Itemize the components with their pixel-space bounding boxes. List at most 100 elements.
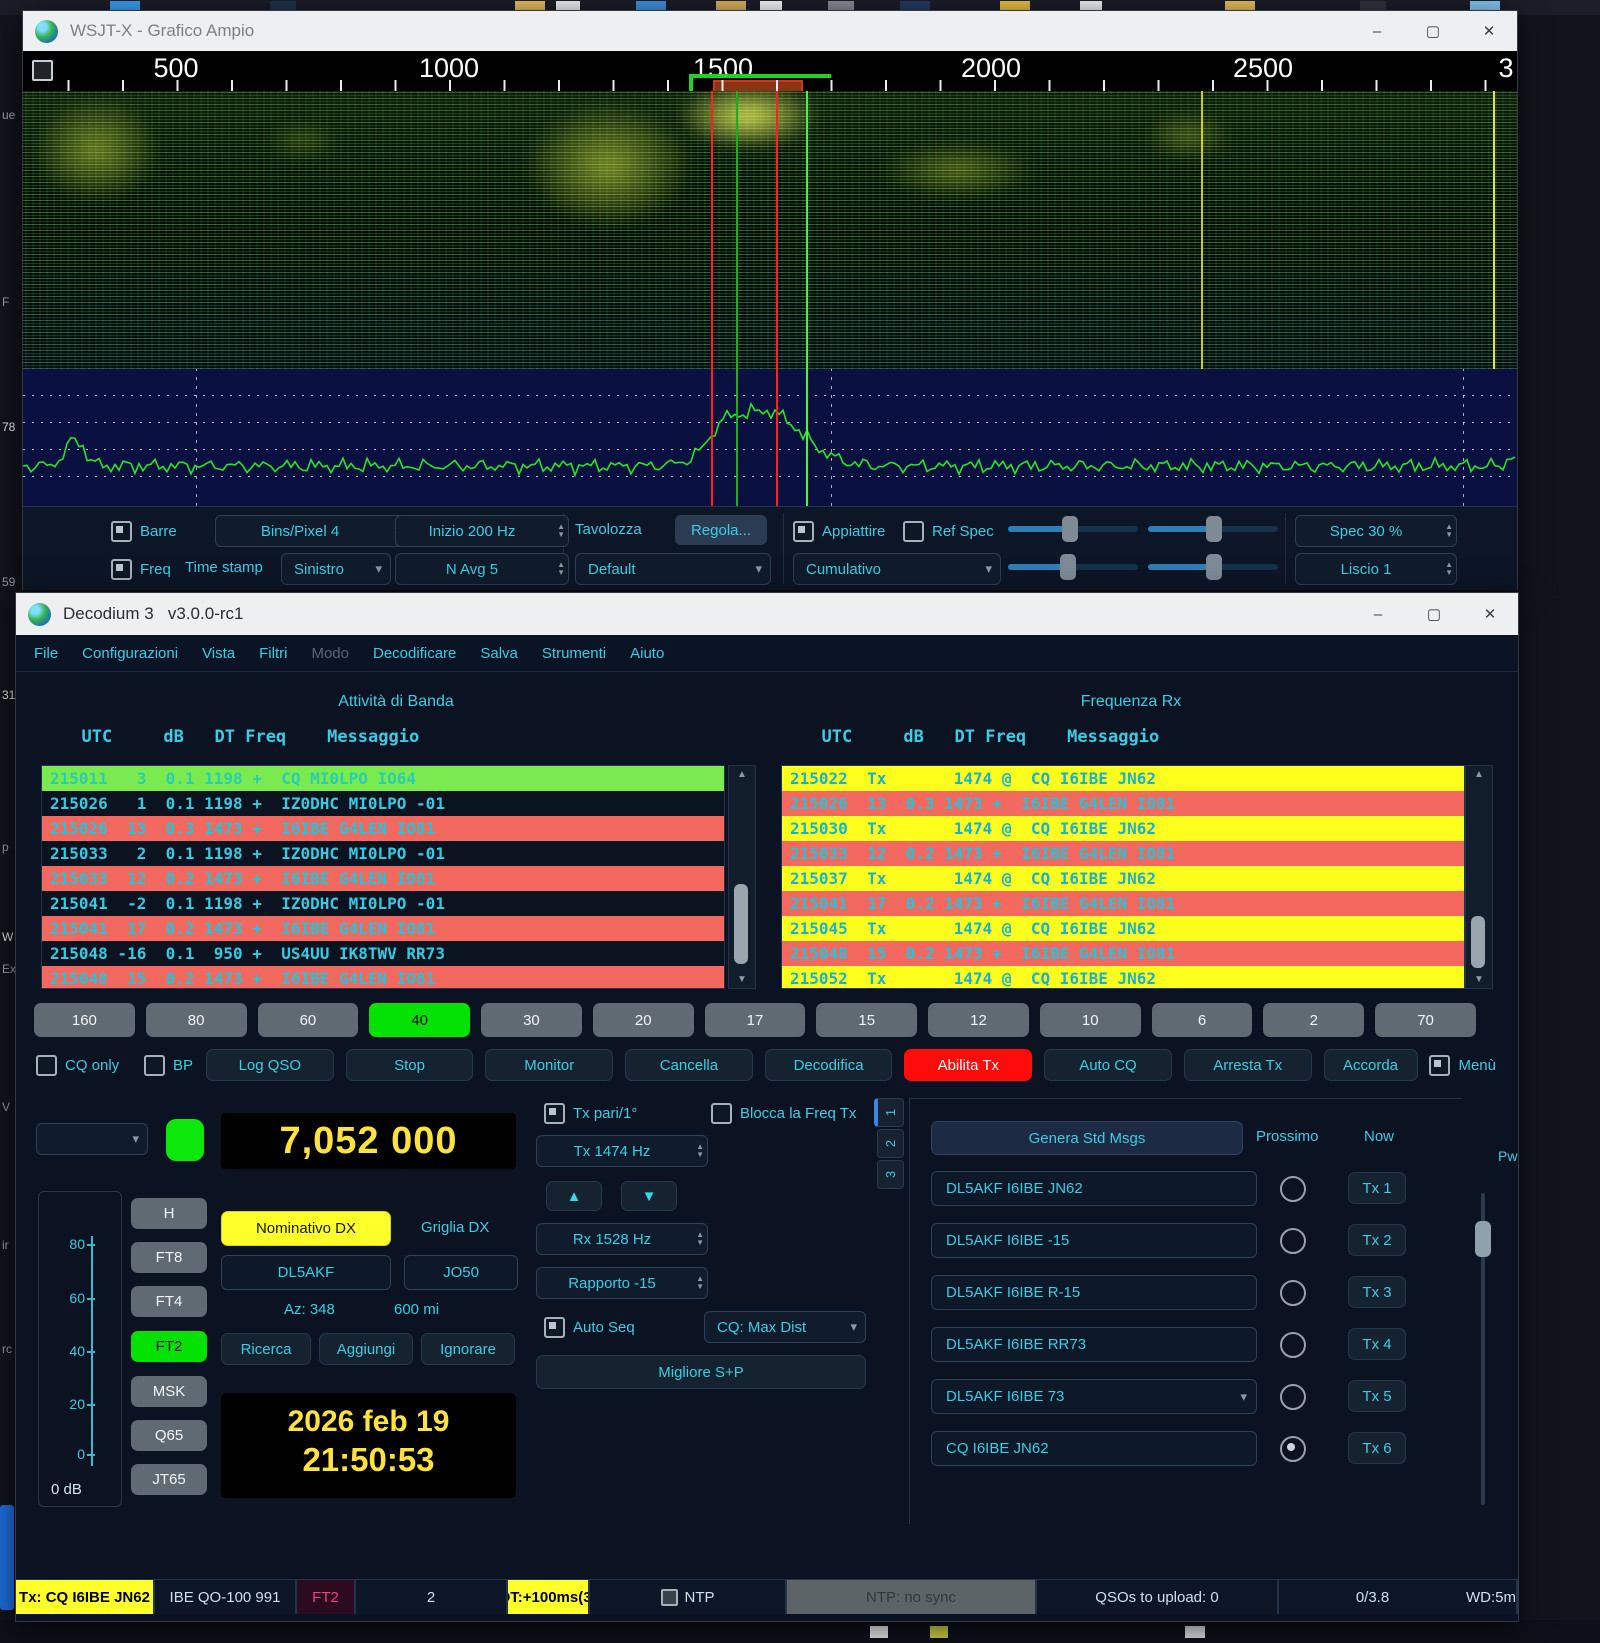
menu-item[interactable]: File: [34, 645, 58, 662]
dial-frequency-display[interactable]: 7,052 000: [221, 1113, 516, 1169]
lookup-button[interactable]: Ricerca: [221, 1333, 311, 1365]
hold-tx-freq-checkbox[interactable]: Blocca la Freq Tx: [711, 1103, 856, 1124]
tx-message-field[interactable]: CQ I6IBE JN62: [931, 1431, 1257, 1466]
zero-slider[interactable]: [1148, 515, 1278, 543]
start-freq-spinner[interactable]: Inizio 200 Hz ▲▼: [395, 515, 569, 547]
freq-tab-2[interactable]: 2: [877, 1129, 904, 1158]
tx-slot-button[interactable]: Tx 2: [1348, 1224, 1406, 1256]
checkbox-icon[interactable]: [793, 521, 814, 542]
band-button[interactable]: 20: [593, 1003, 694, 1037]
mode-button[interactable]: FT8: [131, 1242, 207, 1273]
bp-checkbox[interactable]: BP: [144, 1055, 206, 1076]
auto-cq-button[interactable]: Auto CQ: [1044, 1049, 1172, 1081]
menu-item[interactable]: Configurazioni: [82, 645, 178, 662]
menu-item[interactable]: Vista: [202, 645, 235, 662]
gain2-slider[interactable]: [1008, 553, 1138, 581]
freq-tab-3[interactable]: 3: [877, 1160, 904, 1189]
maximize-icon[interactable]: ▢: [1406, 593, 1462, 635]
adjust-palette-button[interactable]: Regola...: [675, 515, 767, 545]
band-activity-scrollbar[interactable]: ▲▼: [728, 765, 756, 989]
band-button[interactable]: 6: [1152, 1003, 1253, 1037]
decode-row[interactable]: 215011 3 0.1 1198 + CQ MI0LPO IO64: [42, 766, 724, 791]
barre-checkbox[interactable]: Barre: [111, 521, 177, 542]
decode-row[interactable]: 215033 2 0.1 1198 + IZ0DHC MI0LPO -01: [42, 841, 724, 866]
decode-row[interactable]: 215041 -2 0.1 1198 + IZ0DHC MI0LPO -01: [42, 891, 724, 916]
frequency-scale[interactable]: 500 1000 1500 2000 2500 3: [23, 51, 1517, 91]
spinner-arrows[interactable]: ▲▼: [557, 516, 565, 546]
decode-row[interactable]: 215041 17 0.2 1473 + I6IBE G4LEN IO81: [42, 916, 724, 941]
decode-row[interactable]: 215033 12 0.2 1473 + I6IBE G4LEN IO81: [782, 841, 1464, 866]
pwr-slider[interactable]: [1474, 1193, 1492, 1505]
rx-frequency-table[interactable]: 215022 Tx 1474 @ CQ I6IBE JN62215026 13 …: [781, 765, 1465, 989]
band-activity-table[interactable]: 215011 3 0.1 1198 + CQ MI0LPO IO64 215026…: [41, 765, 725, 989]
decode-row[interactable]: 215037 Tx 1474 @ CQ I6IBE JN62: [782, 866, 1464, 891]
dx-call-field[interactable]: DL5AKF: [221, 1255, 391, 1290]
enable-tx-button[interactable]: Abilita Tx: [904, 1049, 1032, 1081]
tx-select-radio[interactable]: [1280, 1332, 1306, 1358]
ref-spec-checkbox[interactable]: Ref Spec: [903, 521, 994, 542]
band-combo[interactable]: [36, 1123, 148, 1155]
tx-message-field[interactable]: DL5AKF I6IBE 73: [931, 1379, 1257, 1414]
tx-select-radio[interactable]: [1280, 1384, 1306, 1410]
smooth-spinner[interactable]: Liscio 1 ▲▼: [1295, 553, 1457, 585]
decode-row[interactable]: 215026 13 0.3 1473 + I6IBE G4LEN IO81: [42, 816, 724, 841]
rx-freq-spinner[interactable]: Rx 1528 Hz ▲▼: [536, 1223, 708, 1255]
decode-row[interactable]: 215022 Tx 1474 @ CQ I6IBE JN62: [782, 766, 1464, 791]
decode-row[interactable]: 215052 Tx 1474 @ CQ I6IBE JN62: [782, 966, 1464, 989]
tx-up-button[interactable]: ▲: [546, 1181, 602, 1211]
checkbox-icon[interactable]: [544, 1317, 565, 1338]
menu-checkbox[interactable]: Menù: [1429, 1055, 1496, 1076]
menu-item[interactable]: Aiuto: [630, 645, 664, 662]
decode-row[interactable]: 215048 15 0.2 1473 + I6IBE G4LEN IO81: [782, 941, 1464, 966]
checkbox-icon[interactable]: [544, 1103, 565, 1124]
menu-item[interactable]: Salva: [480, 645, 518, 662]
tx-slot-button[interactable]: Tx 1: [1348, 1172, 1406, 1204]
add-button[interactable]: Aggiungi: [319, 1333, 413, 1365]
checkbox-icon[interactable]: [111, 521, 132, 542]
freq-checkbox[interactable]: Freq: [111, 559, 171, 580]
close-icon[interactable]: ✕: [1461, 11, 1517, 51]
tx-message-field[interactable]: DL5AKF I6IBE RR73: [931, 1327, 1257, 1362]
band-button[interactable]: 15: [816, 1003, 917, 1037]
tx-select-radio[interactable]: [1280, 1436, 1306, 1462]
minimize-icon[interactable]: –: [1350, 593, 1406, 635]
close-icon[interactable]: ✕: [1462, 593, 1518, 635]
dx-call-button[interactable]: Nominativo DX: [221, 1211, 391, 1246]
n-avg-spinner[interactable]: N Avg 5 ▲▼: [395, 553, 569, 585]
wide-graph-titlebar[interactable]: WSJT-X - Grafico Ampio – ▢ ✕: [23, 11, 1517, 51]
tx-down-button[interactable]: ▼: [621, 1181, 677, 1211]
checkbox-icon[interactable]: [903, 521, 924, 542]
spinner-arrows[interactable]: ▲▼: [1445, 554, 1453, 584]
spinner-arrows[interactable]: ▲▼: [696, 1224, 704, 1254]
tx-slot-button[interactable]: Tx 5: [1348, 1380, 1406, 1412]
dx-grid-field[interactable]: JO50: [404, 1255, 518, 1290]
checkbox-icon[interactable]: [1429, 1055, 1450, 1076]
tx-message-field[interactable]: DL5AKF I6IBE JN62: [931, 1171, 1257, 1206]
mode-button-active[interactable]: FT2: [131, 1331, 207, 1362]
decode-row[interactable]: 215045 Tx 1474 @ CQ I6IBE JN62: [782, 916, 1464, 941]
tx-even-checkbox[interactable]: Tx pari/1°: [544, 1103, 637, 1124]
band-button[interactable]: 2: [1263, 1003, 1364, 1037]
spinner-arrows[interactable]: ▲▼: [1445, 516, 1453, 546]
band-button[interactable]: 12: [928, 1003, 1029, 1037]
flatten-checkbox[interactable]: Appiattire: [793, 521, 885, 542]
zero2-slider[interactable]: [1148, 553, 1278, 581]
tx-slot-button[interactable]: Tx 6: [1348, 1432, 1406, 1464]
checkbox-icon[interactable]: [36, 1055, 57, 1076]
mode-button[interactable]: Q65: [131, 1420, 207, 1451]
halt-tx-button[interactable]: Arresta Tx: [1184, 1049, 1312, 1081]
menu-item[interactable]: Decodificare: [373, 645, 456, 662]
auto-seq-checkbox[interactable]: Auto Seq: [544, 1317, 635, 1338]
spinner-arrows[interactable]: ▲▼: [696, 1268, 704, 1298]
mode-button[interactable]: JT65: [131, 1464, 207, 1495]
stop-button[interactable]: Stop: [346, 1049, 474, 1081]
report-spinner[interactable]: Rapporto -15 ▲▼: [536, 1267, 708, 1299]
decode-row[interactable]: 215048 -16 0.1 950 + US4UU IK8TWV RR73: [42, 941, 724, 966]
decode-row[interactable]: 215048 15 0.2 1473 + I6IBE G4LEN IO81: [42, 966, 724, 989]
generate-std-msgs-button[interactable]: Genera Std Msgs: [931, 1121, 1243, 1155]
checkbox-icon[interactable]: [144, 1055, 165, 1076]
main-titlebar[interactable]: Decodium 3 v3.0.0-rc1 – ▢ ✕: [16, 593, 1518, 635]
freq-tab-1[interactable]: 1: [874, 1098, 904, 1127]
tx-freq-spinner[interactable]: Tx 1474 Hz ▲▼: [536, 1135, 708, 1167]
decode-row[interactable]: 215041 17 0.2 1473 + I6IBE G4LEN IO81: [782, 891, 1464, 916]
